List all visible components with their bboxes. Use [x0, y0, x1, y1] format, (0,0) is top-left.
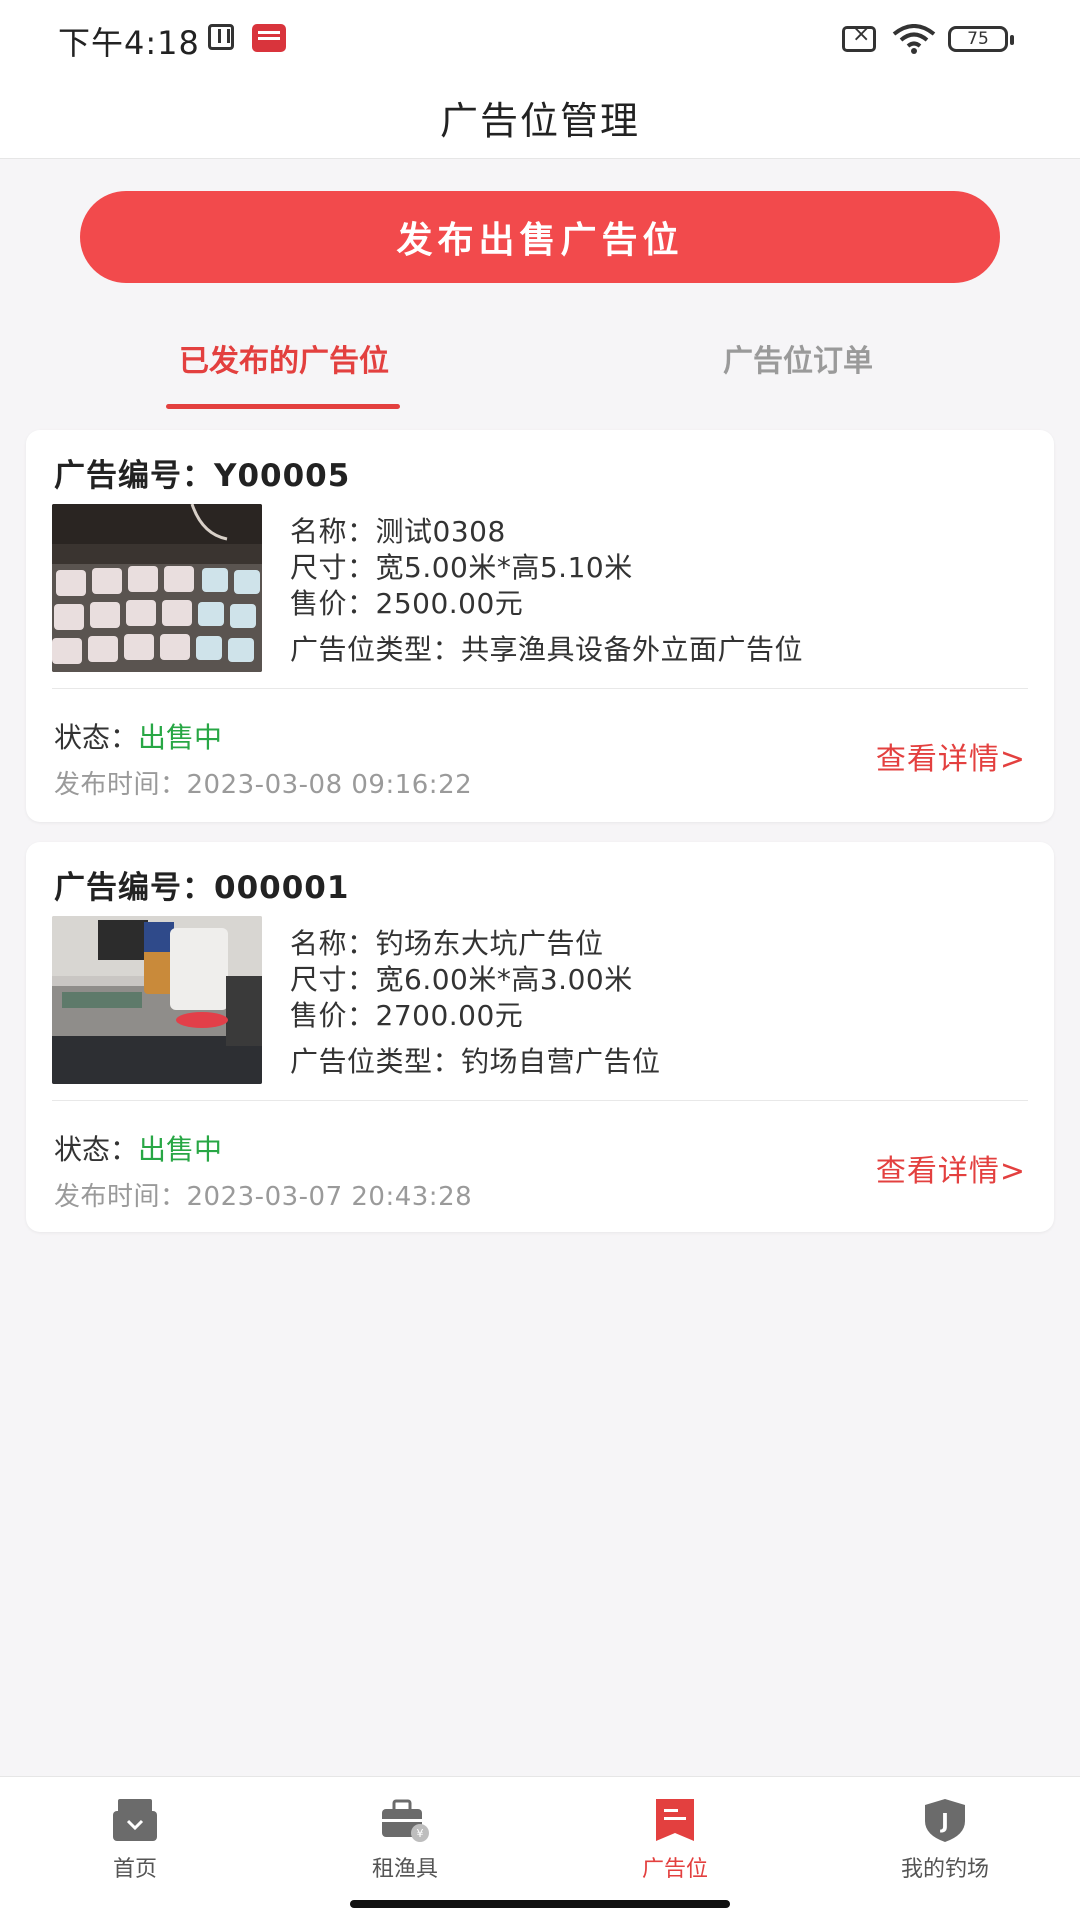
ad-size: 尺寸：宽5.00米*高5.10米: [290, 551, 633, 584]
status-badge: 出售中: [138, 1133, 223, 1166]
divider: [52, 1100, 1028, 1101]
nav-item-my-pond[interactable]: J 我的钓场: [845, 1797, 1045, 1883]
tab-published-ads[interactable]: 已发布的广告位: [166, 340, 402, 410]
app-notification-icon: [252, 24, 286, 52]
view-details-link[interactable]: 查看详情>: [876, 734, 1026, 778]
nav-label: 首页: [112, 1857, 157, 1882]
nav-item-rent-gear[interactable]: ¥ 租渔具: [305, 1797, 505, 1883]
ad-publish-time: 发布时间：2023-03-08 09:16:22: [54, 770, 473, 800]
no-sim-icon: [842, 22, 876, 52]
view-details-link[interactable]: 查看详情>: [876, 1146, 1026, 1190]
svg-text:J: J: [939, 1809, 948, 1833]
home-indicator[interactable]: [350, 1900, 730, 1908]
ad-size: 尺寸：宽6.00米*高3.00米: [290, 963, 633, 996]
shield-j-icon: J: [920, 1797, 970, 1843]
nav-bar: 广告位管理: [0, 80, 1080, 159]
ad-name: 名称：钓场东大坑广告位: [290, 927, 604, 960]
ad-card: 广告编号：000001 名称：钓场东大坑广告位 尺寸：宽6.00米*高3.00米…: [26, 842, 1054, 1232]
ad-thumbnail: [52, 916, 262, 1084]
publish-ad-button[interactable]: 发布出售广告位: [80, 191, 1000, 283]
ad-type: 广告位类型：钓场自营广告位: [290, 1045, 661, 1078]
nav-label: 租渔具: [371, 1857, 438, 1882]
ad-number: 广告编号：000001: [54, 870, 350, 906]
status-time: 下午4:18: [58, 24, 200, 62]
nav-item-home[interactable]: 首页: [35, 1797, 235, 1883]
divider: [52, 688, 1028, 689]
battery-icon: 75: [948, 26, 1014, 52]
ad-doc-icon: [650, 1797, 700, 1843]
ad-status: 状态：出售中: [54, 721, 223, 754]
nfc-icon: [208, 24, 234, 50]
svg-text:¥: ¥: [417, 1827, 424, 1840]
status-badge: 出售中: [138, 721, 223, 754]
nav-item-ad-slots[interactable]: 广告位: [575, 1797, 775, 1883]
ad-card: 广告编号：Y00005 名称：测试0308 尺寸：宽5.00米*高5.10米 售…: [26, 430, 1054, 822]
tab-ad-orders[interactable]: 广告位订单: [690, 340, 906, 410]
ad-price: 售价：2500.00元: [290, 587, 524, 620]
status-bar: 下午4:18 75: [0, 0, 1080, 80]
active-tab-indicator: [166, 404, 400, 409]
wifi-icon: [892, 24, 936, 56]
ad-thumbnail: [52, 504, 262, 672]
ad-name: 名称：测试0308: [290, 515, 506, 548]
ad-number: 广告编号：Y00005: [54, 458, 351, 494]
nav-label: 我的钓场: [900, 1857, 989, 1882]
ad-publish-time: 发布时间：2023-03-07 20:43:28: [54, 1182, 473, 1212]
ad-price: 售价：2700.00元: [290, 999, 524, 1032]
page-title: 广告位管理: [439, 99, 640, 143]
toolbox-icon: ¥: [380, 1797, 430, 1843]
nav-label: 广告位: [641, 1857, 708, 1882]
ad-type: 广告位类型：共享渔具设备外立面广告位: [290, 633, 804, 666]
ad-status: 状态：出售中: [54, 1133, 223, 1166]
home-box-icon: [110, 1797, 160, 1843]
